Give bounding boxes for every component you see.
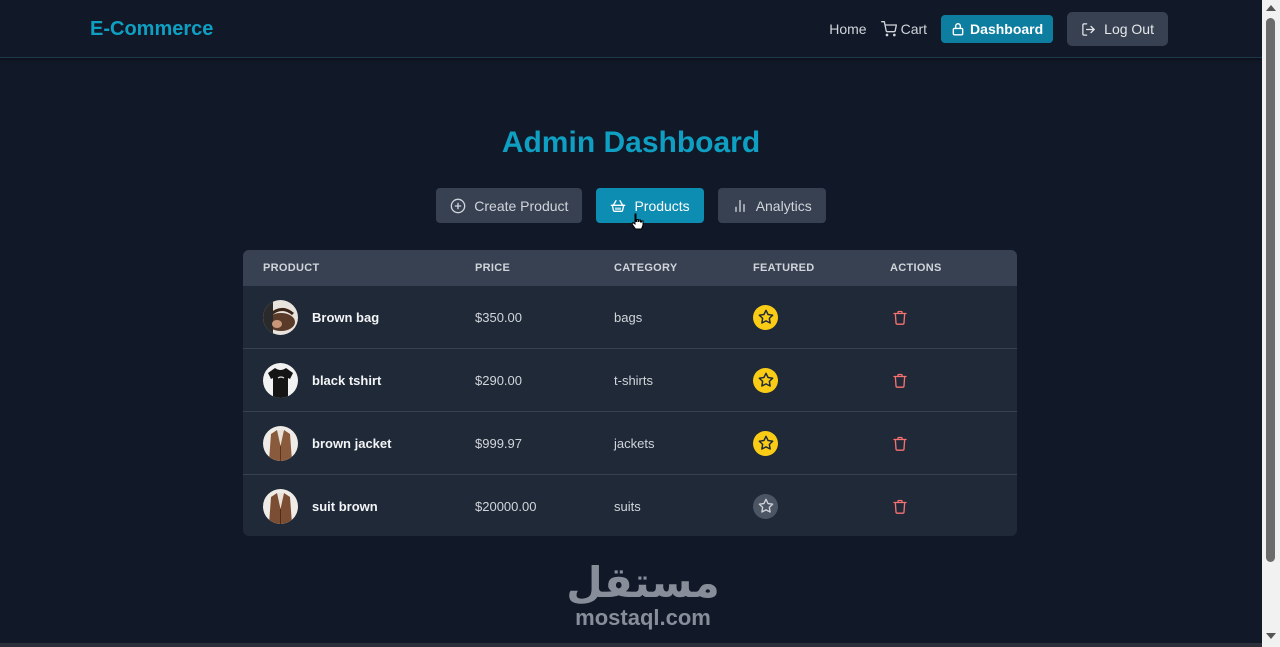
trash-icon: [893, 310, 907, 325]
app-frame: E-Commerce Home Cart Dashboard Log Out A…: [0, 0, 1262, 643]
table-row: brown jacket $999.97 jackets: [243, 411, 1017, 474]
featured-cell: [753, 493, 890, 519]
product-price: $350.00: [475, 309, 522, 325]
star-icon: [758, 435, 773, 450]
product-image-brown-jacket: [263, 425, 298, 461]
product-image-black-tshirt: [263, 362, 298, 398]
vertical-scrollbar[interactable]: [1262, 0, 1280, 647]
featured-cell: [753, 430, 890, 456]
products-table: PRODUCT PRICE CATEGORY FEATURED ACTIONS …: [243, 250, 1017, 536]
star-icon: [758, 309, 773, 324]
product-image-brown-bag: [263, 299, 298, 335]
dashboard-button[interactable]: Dashboard: [941, 15, 1054, 43]
product-category: bags: [614, 309, 643, 325]
product-name: Brown bag: [312, 309, 380, 325]
scroll-down-arrow-icon[interactable]: [1266, 633, 1276, 639]
scrollbar-thumb[interactable]: [1266, 18, 1275, 562]
dashboard-button-label: Dashboard: [970, 21, 1044, 37]
logout-icon: [1082, 22, 1095, 36]
column-header-actions: ACTIONS: [890, 261, 942, 274]
plus-circle-icon: [450, 198, 466, 213]
column-header-featured: FEATURED: [753, 261, 815, 274]
actions-cell: [890, 435, 1017, 452]
scroll-up-arrow-icon[interactable]: [1266, 5, 1276, 11]
actions-cell: [890, 372, 1017, 389]
featured-toggle-button[interactable]: [753, 430, 778, 456]
delete-button[interactable]: [892, 309, 1017, 326]
tab-create-product-label: Create Product: [474, 197, 569, 214]
logout-button-label: Log Out: [1104, 21, 1154, 37]
nav-links: Home Cart Dashboard Log Out: [829, 12, 1168, 46]
nav-home-link[interactable]: Home: [829, 21, 866, 37]
bottom-edge: [0, 643, 1262, 647]
nav-cart-label: Cart: [900, 21, 928, 37]
product-category: t-shirts: [614, 372, 653, 388]
column-header-price: PRICE: [475, 261, 511, 274]
delete-button[interactable]: [892, 372, 1017, 389]
mouse-cursor-icon: [631, 213, 644, 230]
featured-toggle-button[interactable]: [753, 304, 778, 330]
tab-analytics-label: Analytics: [755, 197, 812, 214]
trash-icon: [893, 499, 907, 514]
product-category: jackets: [614, 435, 655, 451]
product-name: brown jacket: [312, 435, 392, 451]
featured-toggle-button[interactable]: [753, 367, 778, 393]
tab-analytics[interactable]: Analytics: [717, 188, 826, 223]
product-cell: suit brown: [243, 488, 475, 524]
tab-create-product[interactable]: Create Product: [436, 188, 583, 223]
basket-icon: [611, 199, 626, 212]
product-category: suits: [614, 498, 641, 514]
cart-icon: [880, 21, 897, 37]
delete-button[interactable]: [892, 498, 1017, 515]
product-price: $290.00: [475, 372, 522, 388]
product-price: $20000.00: [475, 498, 537, 514]
product-cell: black tshirt: [243, 362, 475, 398]
watermark-arabic: مستقل: [566, 558, 720, 607]
brand-logo[interactable]: E-Commerce: [90, 18, 213, 41]
product-image-suit-brown: [263, 488, 298, 524]
featured-cell: [753, 367, 890, 393]
column-header-product: PRODUCT: [263, 261, 320, 274]
trash-icon: [893, 373, 907, 388]
actions-cell: [890, 309, 1017, 326]
column-header-category: CATEGORY: [614, 261, 678, 274]
product-name: suit brown: [312, 498, 378, 514]
nav-cart-link[interactable]: Cart: [880, 21, 928, 37]
star-icon: [758, 372, 773, 387]
product-name: black tshirt: [312, 372, 382, 388]
featured-cell: [753, 304, 890, 330]
page-title: Admin Dashboard: [501, 126, 761, 159]
table-row: suit brown $20000.00 suits: [243, 474, 1017, 536]
featured-toggle-button[interactable]: [753, 493, 778, 519]
bar-chart-icon: [735, 199, 745, 212]
watermark-latin: mostaql.com: [575, 605, 711, 630]
delete-button[interactable]: [892, 435, 1017, 452]
star-icon: [758, 498, 773, 513]
tab-products-label: Products: [634, 197, 690, 214]
top-navbar: E-Commerce Home Cart Dashboard Log Out: [0, 0, 1262, 58]
product-cell: brown jacket: [243, 425, 475, 461]
logout-button[interactable]: Log Out: [1067, 12, 1168, 46]
watermark: مستقل mostaql.com: [563, 560, 723, 630]
tab-products[interactable]: Products: [596, 188, 704, 223]
table-row: Brown bag $350.00 bags: [243, 285, 1017, 348]
trash-icon: [893, 436, 907, 451]
product-cell: Brown bag: [243, 299, 475, 335]
product-price: $999.97: [475, 435, 522, 451]
actions-cell: [890, 498, 1017, 515]
lock-icon: [952, 23, 964, 36]
table-header: PRODUCT PRICE CATEGORY FEATURED ACTIONS: [243, 250, 1017, 285]
table-row: black tshirt $290.00 t-shirts: [243, 348, 1017, 411]
